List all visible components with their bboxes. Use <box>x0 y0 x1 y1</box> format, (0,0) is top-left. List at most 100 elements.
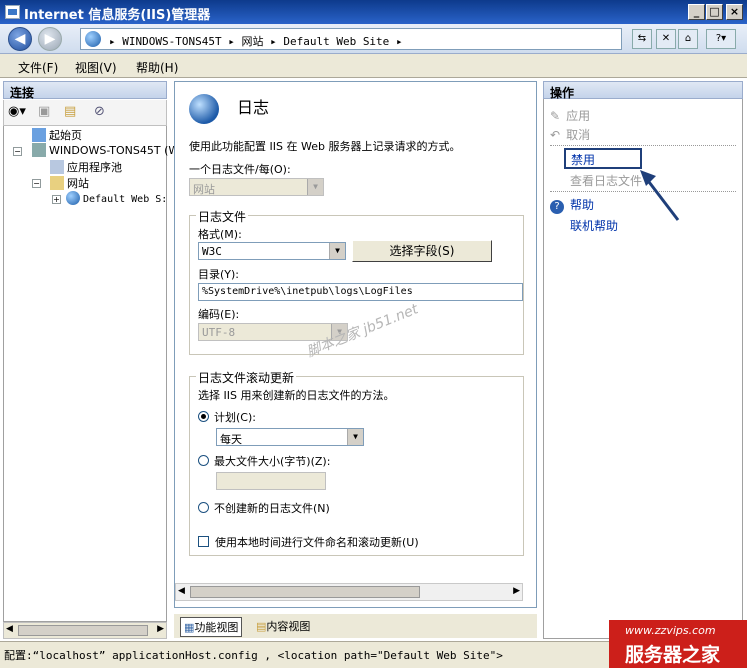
action-label: 应用 <box>566 109 591 123</box>
menu-view[interactable]: 视图(V) <box>75 59 117 76</box>
connect-icon[interactable]: ◉▾ <box>8 104 26 119</box>
apply-action[interactable]: ✎ 应用 <box>550 107 590 124</box>
schedule-select[interactable]: 每天 ▼ <box>216 428 364 446</box>
folder-icon[interactable]: ▤ <box>64 104 76 119</box>
save-icon[interactable]: ▣ <box>38 104 50 119</box>
tree-item-app-pools[interactable]: 应用程序池 <box>50 159 122 175</box>
feature-description: 使用此功能配置 IIS 在 Web 服务器上记录请求的方式。 <box>189 140 461 153</box>
online-help-action[interactable]: 联机帮助 <box>570 217 618 234</box>
select-value: 每天 <box>220 433 242 446</box>
no-new-file-radio[interactable]: 不创建新的日志文件(N) <box>198 500 330 516</box>
tab-features-view[interactable]: ▦功能视图 <box>180 617 243 637</box>
breadcrumb-sites[interactable]: 网站 <box>241 35 263 48</box>
arrow-shaft <box>644 177 680 221</box>
tree-label: Default Web S: <box>83 194 168 205</box>
rollover-description: 选择 IIS 用来创建新的日志文件的方法。 <box>198 389 395 402</box>
scroll-right-icon[interactable]: ▶ <box>513 586 520 596</box>
chevron-down-icon: ▼ <box>307 179 323 195</box>
menu-bar: 文件(F) 视图(V) 帮助(H) <box>0 54 747 78</box>
schedule-radio[interactable]: 计划(C): <box>198 409 256 425</box>
globe-icon <box>85 31 101 47</box>
site-logo: www.zzvips.com 服务器之家 <box>609 620 747 668</box>
collapse-icon[interactable]: − <box>32 179 41 188</box>
menu-help[interactable]: 帮助(H) <box>136 59 178 76</box>
tree-label: 网站 <box>67 177 89 190</box>
tab-content-view[interactable]: ▤内容视图 <box>256 618 310 634</box>
refresh-icon[interactable]: ⇆ <box>632 29 652 49</box>
menu-file[interactable]: 文件(F) <box>18 59 58 76</box>
logo-name: 服务器之家 <box>625 644 721 666</box>
close-button[interactable]: × <box>726 4 743 20</box>
tree-label: 起始页 <box>49 129 82 142</box>
logo-url: www.zzvips.com <box>625 624 716 637</box>
max-size-radio[interactable]: 最大文件大小(字节)(Z): <box>198 453 330 469</box>
home-icon[interactable]: ⌂ <box>678 29 698 49</box>
scroll-right-icon[interactable]: ▶ <box>157 624 164 634</box>
tree-item-default-site[interactable]: Default Web S: <box>66 191 167 205</box>
features-view-icon: ▦ <box>184 621 195 634</box>
window-title: Internet 信息服务(IIS)管理器 <box>24 8 211 23</box>
scroll-left-icon[interactable]: ◀ <box>6 624 13 634</box>
scroll-thumb[interactable] <box>190 586 420 598</box>
disconnect-icon[interactable]: ⊘ <box>94 104 105 119</box>
local-time-checkbox[interactable]: 使用本地时间进行文件命名和滚动更新(U) <box>198 534 419 550</box>
app-pool-icon <box>50 160 64 174</box>
collapse-icon[interactable]: − <box>13 147 22 156</box>
minimize-button[interactable]: _ <box>688 4 705 20</box>
radio-label: 计划(C): <box>214 411 256 424</box>
breadcrumb-separator: ▸ <box>109 35 116 48</box>
format-label: 格式(M): <box>198 228 242 241</box>
tree-item-sites[interactable]: 网站 <box>50 175 89 191</box>
tree-item-server[interactable]: WINDOWS-TONS45T (WIN <box>32 143 191 157</box>
feature-horizontal-scrollbar[interactable]: ◀ ▶ <box>175 583 523 601</box>
content-view-icon: ▤ <box>256 620 267 633</box>
status-text: 配置:“localhost” applicationHost.config , … <box>4 649 503 662</box>
title-bar: Internet 信息服务(IIS)管理器 _ □ × <box>0 0 747 24</box>
rollover-legend: 日志文件滚动更新 <box>196 369 297 386</box>
log-file-legend: 日志文件 <box>196 208 249 225</box>
help-action[interactable]: ? 帮助 <box>550 196 594 214</box>
scroll-thumb[interactable] <box>18 625 148 636</box>
chevron-down-icon: ▼ <box>329 243 345 259</box>
page-title: 日志 <box>237 98 270 117</box>
tree-label: 应用程序池 <box>67 161 122 174</box>
connections-header: 连接 <box>3 81 167 100</box>
view-tabs: ▦功能视图 ▤内容视图 <box>174 614 537 638</box>
max-size-input[interactable] <box>216 472 326 490</box>
tree-item-start-page[interactable]: 起始页 <box>32 127 82 143</box>
format-select[interactable]: W3C ▼ <box>198 242 346 260</box>
action-label: 帮助 <box>570 198 595 212</box>
help-icon[interactable]: ?▾ <box>706 29 736 49</box>
cancel-icon: ↶ <box>550 128 561 142</box>
stop-icon[interactable]: ✕ <box>656 29 676 49</box>
help-icon: ? <box>550 200 564 214</box>
cancel-action[interactable]: ↶ 取消 <box>550 126 590 143</box>
forward-button[interactable]: ▶ <box>38 27 62 51</box>
radio-selected-icon <box>198 411 209 422</box>
radio-icon <box>198 455 209 466</box>
tree-horizontal-scrollbar[interactable]: ◀ ▶ <box>3 622 167 639</box>
logging-globe-icon <box>189 94 219 124</box>
directory-input[interactable]: %SystemDrive%\inetpub\logs\LogFiles <box>198 283 523 301</box>
scroll-left-icon[interactable]: ◀ <box>178 586 185 596</box>
breadcrumb-site[interactable]: Default Web Site <box>283 35 389 48</box>
address-bar[interactable]: ▸ WINDOWS-TONS45T ▸ 网站 ▸ Default Web Sit… <box>80 28 622 50</box>
breadcrumb-server[interactable]: WINDOWS-TONS45T <box>122 35 221 48</box>
directory-label: 目录(Y): <box>198 268 240 281</box>
action-label: 取消 <box>566 128 591 142</box>
one-log-file-select[interactable]: 网站 ▼ <box>189 178 324 196</box>
select-value: UTF-8 <box>202 326 236 339</box>
expand-icon[interactable]: + <box>52 195 61 204</box>
radio-label: 不创建新的日志文件(N) <box>214 502 330 515</box>
actions-header: 操作 <box>543 81 743 100</box>
divider <box>550 145 736 146</box>
select-value: 网站 <box>193 183 215 196</box>
select-fields-button[interactable]: 选择字段(S) <box>352 240 492 262</box>
breadcrumb: ▸ WINDOWS-TONS45T ▸ 网站 ▸ Default Web Sit… <box>109 33 403 49</box>
breadcrumb-separator: ▸ <box>270 35 277 48</box>
radio-label: 最大文件大小(字节)(Z): <box>214 455 331 468</box>
maximize-button[interactable]: □ <box>706 4 723 20</box>
tab-label: 功能视图 <box>194 621 239 634</box>
back-button[interactable]: ◀ <box>8 27 32 51</box>
select-value: W3C <box>202 245 222 258</box>
